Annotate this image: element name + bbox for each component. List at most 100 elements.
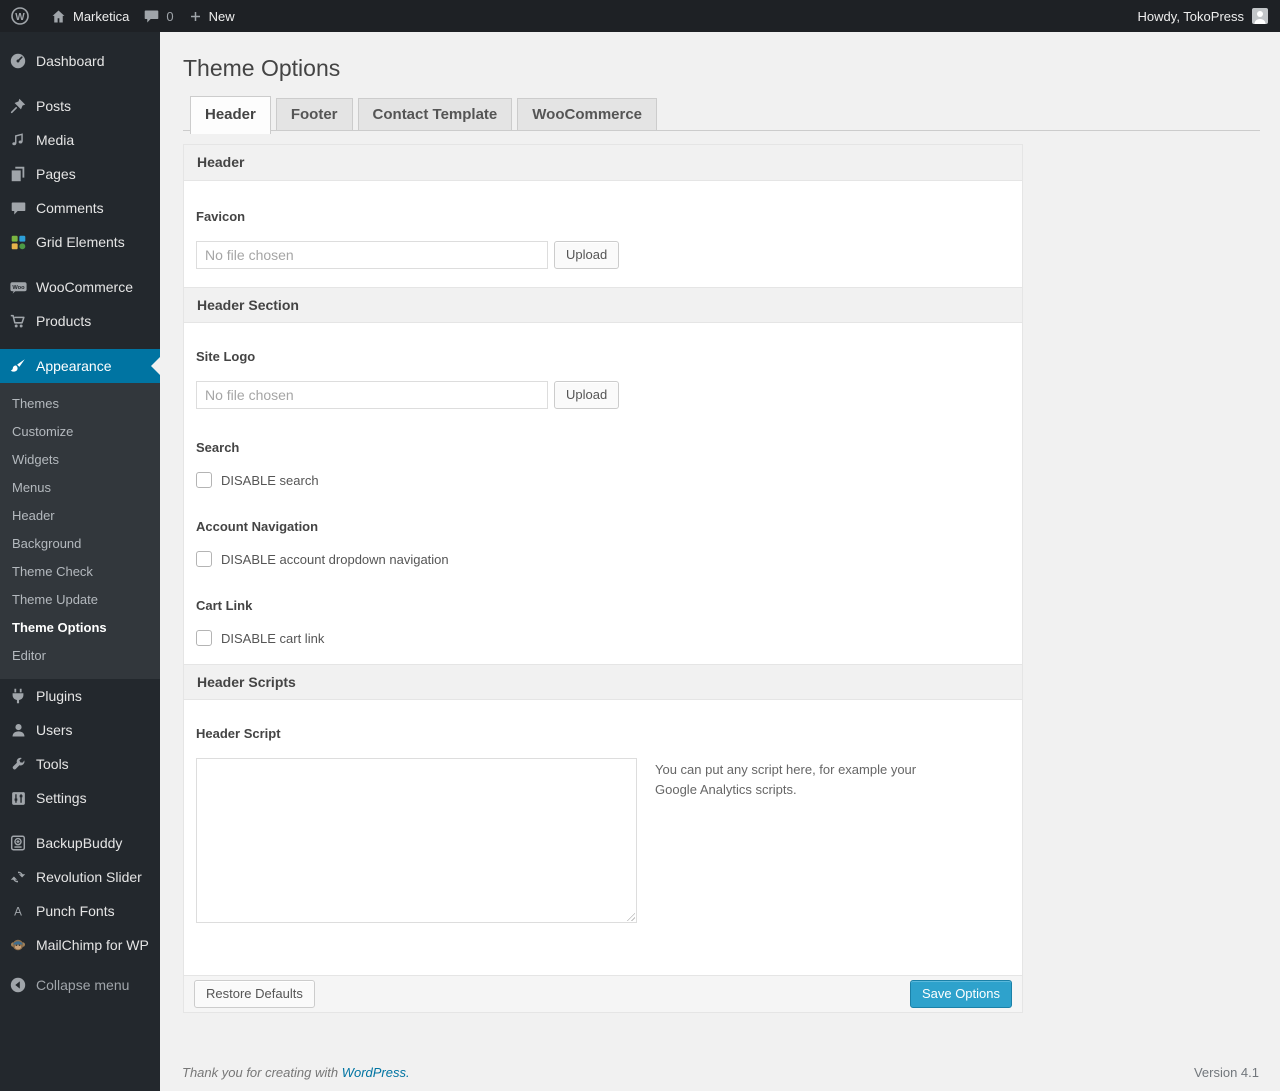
new-content-menu[interactable]: New	[188, 9, 235, 24]
sidebar-item-pages[interactable]: Pages	[0, 157, 160, 191]
pushpin-icon	[8, 96, 28, 116]
sidebar-item-appearance[interactable]: Appearance	[0, 349, 160, 383]
collapse-menu-button[interactable]: Collapse menu	[0, 968, 160, 1002]
disable-search-checkbox[interactable]	[196, 472, 212, 488]
header-script-label: Header Script	[196, 726, 281, 741]
account-menu[interactable]: Howdy, TokoPress	[1138, 8, 1268, 24]
sidebar-item-users[interactable]: Users	[0, 713, 160, 747]
theme-options-panel: Header Favicon Upload Header Section Sit…	[183, 144, 1023, 1013]
home-icon	[50, 8, 67, 25]
settings-sliders-icon	[8, 788, 28, 808]
plugin-icon	[8, 686, 28, 706]
howdy-text: Howdy, TokoPress	[1137, 8, 1244, 24]
sidebar-item-revolution-slider[interactable]: Revolution Slider	[0, 860, 160, 894]
disable-cart-link-label: DISABLE cart link	[221, 630, 325, 646]
sidebar-item-products[interactable]: Products	[0, 304, 160, 338]
tab-woocommerce[interactable]: WooCommerce	[517, 98, 658, 130]
tab-footer[interactable]: Footer	[275, 98, 353, 130]
appearance-submenu: Themes Customize Widgets Menus Header Ba…	[0, 383, 160, 679]
comment-count: 0	[166, 8, 174, 24]
sidebar-item-plugins[interactable]: Plugins	[0, 679, 160, 713]
sidebar-item-dashboard[interactable]: Dashboard	[0, 44, 160, 78]
dashboard-icon	[8, 51, 28, 71]
save-options-button[interactable]: Save Options	[909, 980, 1012, 1008]
comments-shortcut[interactable]: 0	[143, 8, 174, 25]
version-text: Version 4.1	[1193, 1065, 1259, 1080]
tab-header[interactable]: Header	[190, 96, 271, 134]
header-script-textarea[interactable]	[196, 758, 637, 923]
backup-disk-icon	[8, 833, 28, 853]
sidebar-item-punch-fonts[interactable]: A Punch Fonts	[0, 894, 160, 928]
site-logo-label: Site Logo	[196, 349, 256, 364]
section-header-scripts: Header Scripts	[184, 664, 1022, 700]
sidebar-item-tools[interactable]: Tools	[0, 747, 160, 781]
action-bar: Restore Defaults Save Options	[184, 975, 1022, 1012]
footer-thanks-text: Thank you for creating with WordPress.	[182, 1065, 410, 1080]
section-header: Header	[184, 145, 1022, 181]
grid-elements-icon	[8, 232, 28, 252]
svg-text:A: A	[14, 906, 22, 919]
site-logo-upload-button[interactable]: Upload	[554, 381, 620, 409]
site-name: Marketica	[73, 8, 130, 24]
sidebar-item-posts[interactable]: Posts	[0, 89, 160, 123]
submenu-item-customize[interactable]: Customize	[0, 418, 160, 446]
letter-a-icon: A	[8, 901, 28, 921]
submenu-item-theme-check[interactable]: Theme Check	[0, 558, 160, 586]
svg-text:W: W	[15, 12, 25, 23]
media-icon	[8, 130, 28, 150]
wordpress-logo-menu[interactable]: W	[10, 6, 36, 26]
tab-contact-template[interactable]: Contact Template	[357, 98, 513, 130]
disable-account-nav-label: DISABLE account dropdown navigation	[221, 551, 449, 567]
sidebar-item-woocommerce[interactable]: Woo WooCommerce	[0, 270, 160, 304]
admin-bar: W Marketica 0 New Howdy, TokoPress	[0, 0, 1280, 32]
avatar	[1252, 8, 1268, 24]
restore-defaults-button[interactable]: Restore Defaults	[194, 980, 315, 1008]
mailchimp-monkey-icon	[8, 935, 28, 955]
disable-account-nav-checkbox[interactable]	[196, 551, 212, 567]
woocommerce-icon: Woo	[8, 277, 28, 297]
sidebar-item-settings[interactable]: Settings	[0, 781, 160, 815]
submenu-item-header[interactable]: Header	[0, 502, 160, 530]
sidebar-item-media[interactable]: Media	[0, 123, 160, 157]
user-icon	[8, 720, 28, 740]
favicon-upload-button[interactable]: Upload	[554, 241, 620, 269]
cart-link-label: Cart Link	[196, 598, 253, 613]
submenu-item-themes[interactable]: Themes	[0, 390, 160, 418]
main-content: Theme Options Header Footer Contact Temp…	[160, 0, 1280, 1080]
submenu-item-theme-update[interactable]: Theme Update	[0, 586, 160, 614]
sidebar-item-backupbuddy[interactable]: BackupBuddy	[0, 826, 160, 860]
section-header-section: Header Section	[184, 287, 1022, 323]
new-label: New	[208, 8, 235, 24]
plus-icon	[188, 9, 203, 24]
submenu-item-menus[interactable]: Menus	[0, 474, 160, 502]
submenu-item-editor[interactable]: Editor	[0, 642, 160, 670]
sidebar-item-grid-elements[interactable]: Grid Elements	[0, 225, 160, 259]
page-title: Theme Options	[183, 55, 341, 81]
submenu-item-widgets[interactable]: Widgets	[0, 446, 160, 474]
admin-sidebar: Dashboard Posts Media Pages Comments Gri…	[0, 32, 160, 1091]
favicon-file-input[interactable]	[196, 241, 548, 269]
svg-text:Woo: Woo	[12, 285, 25, 291]
appearance-brush-icon	[8, 356, 28, 376]
wrench-icon	[8, 754, 28, 774]
current-menu-arrow	[151, 357, 160, 375]
header-script-help-text: You can put any script here, for example…	[655, 762, 917, 798]
tab-bar: Header Footer Contact Template WooCommer…	[183, 96, 1260, 134]
search-label: Search	[196, 440, 240, 455]
pages-icon	[8, 164, 28, 184]
submenu-item-theme-options[interactable]: Theme Options	[0, 614, 160, 642]
sidebar-item-mailchimp[interactable]: MailChimp for WP	[0, 928, 160, 962]
wordpress-link[interactable]: WordPress.	[342, 1065, 410, 1080]
collapse-arrow-icon	[8, 975, 28, 995]
account-navigation-label: Account Navigation	[196, 519, 319, 534]
comment-bubble-icon	[143, 8, 160, 25]
submenu-item-background[interactable]: Background	[0, 530, 160, 558]
wordpress-logo-icon: W	[10, 6, 30, 26]
cart-icon	[8, 311, 28, 331]
page-footer: Thank you for creating with WordPress. V…	[182, 1065, 1259, 1080]
rotate-arrows-icon	[8, 867, 28, 887]
sidebar-item-comments[interactable]: Comments	[0, 191, 160, 225]
disable-cart-link-checkbox[interactable]	[196, 630, 212, 646]
site-name-link[interactable]: Marketica	[50, 8, 129, 25]
site-logo-file-input[interactable]	[196, 381, 548, 409]
